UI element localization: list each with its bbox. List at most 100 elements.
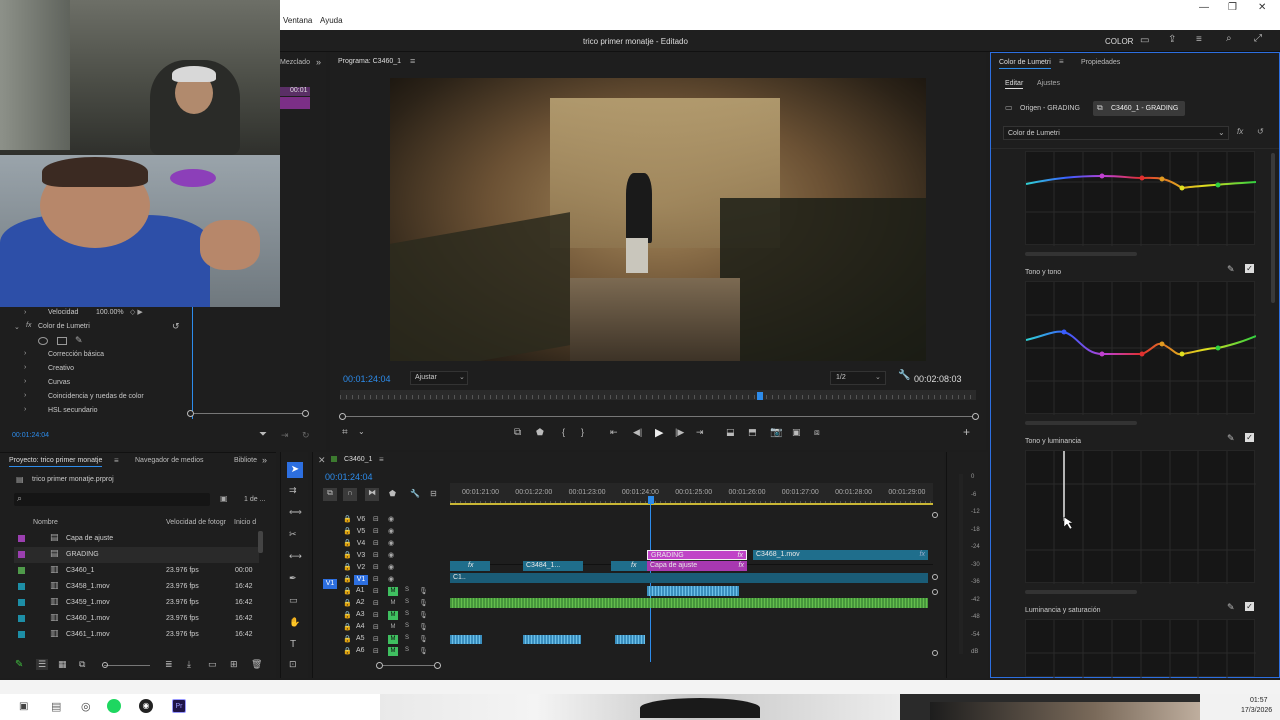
share-icon[interactable]: ⇪: [1168, 34, 1176, 45]
restore-button[interactable]: ❐: [1228, 2, 1237, 13]
audio-clip-a5-2[interactable]: [523, 635, 581, 644]
project-row[interactable]: ▥ C3461_1.mov 23.976 fps 16:42: [14, 627, 259, 643]
clip-v1-track[interactable]: C1..: [450, 573, 928, 583]
automate-icon[interactable]: ⤓: [187, 659, 191, 670]
program-timecode[interactable]: 00:01:24:04: [343, 374, 391, 384]
panel-menu-icon[interactable]: ≡: [379, 455, 384, 464]
mute-button[interactable]: M: [388, 587, 398, 596]
monitor-zoom-left[interactable]: [339, 413, 346, 420]
linked-select-icon[interactable]: ⧓: [365, 488, 379, 501]
workspace-label[interactable]: COLOR: [1105, 37, 1133, 46]
panel-menu-icon[interactable]: ≡: [114, 456, 119, 465]
lift-icon[interactable]: ⬓: [726, 427, 735, 438]
type-tool-icon[interactable]: T: [290, 639, 296, 650]
reset-small-icon[interactable]: ↻: [302, 430, 310, 441]
browser-icon[interactable]: ◎: [81, 700, 91, 713]
search-icon[interactable]: ⌕: [1226, 33, 1232, 44]
project-row[interactable]: ▥ C3458_1.mov 23.976 fps 16:42: [14, 579, 259, 595]
quality-select[interactable]: 1/2 ⌄: [830, 371, 886, 385]
eye-icon[interactable]: ◉: [388, 575, 394, 583]
spotify-icon[interactable]: [107, 699, 121, 713]
a-scroll-handle[interactable]: [932, 589, 938, 595]
lock-icon[interactable]: 🔒: [343, 611, 352, 619]
project-row[interactable]: ▤ GRADING: [14, 547, 259, 563]
expand-arrow-icon[interactable]: ›: [24, 309, 26, 316]
ripple-tool-icon[interactable]: ⟺: [289, 507, 302, 518]
microphone-icon[interactable]: 🎙: [419, 611, 428, 619]
filter-icon[interactable]: ⏷: [259, 429, 267, 440]
project-row[interactable]: ▤ Capa de ajuste: [14, 531, 259, 547]
microphone-icon[interactable]: 🎙: [419, 647, 428, 655]
lock-icon[interactable]: 🔒: [343, 587, 352, 595]
reset-icon[interactable]: ↺: [1257, 127, 1264, 136]
video-track-header[interactable]: 🔒 V3 ⊟ ◉: [343, 551, 443, 562]
timeline-timecode[interactable]: 00:01:24:04: [325, 472, 373, 482]
sync-lock-icon[interactable]: ⊟: [373, 527, 379, 535]
audio-track-header[interactable]: 🔒 A3 ⊟ M S 🎙: [343, 611, 443, 622]
curve-scroll-2[interactable]: [1025, 421, 1137, 425]
chevron-right-icon[interactable]: »: [316, 57, 321, 67]
eyedropper-icon[interactable]: ✎: [1227, 264, 1235, 275]
project-row[interactable]: ▥ C3460_1.mov 23.976 fps 16:42: [14, 611, 259, 627]
sync-lock-icon[interactable]: ⊟: [373, 599, 379, 607]
track-name[interactable]: V2: [354, 563, 368, 573]
track-name[interactable]: A6: [356, 647, 365, 654]
section-hsl-secundario[interactable]: HSL secundario: [48, 407, 98, 414]
minimize-button[interactable]: —: [1199, 2, 1209, 13]
sort-icon[interactable]: ≣: [165, 659, 173, 670]
track-name[interactable]: V5: [354, 527, 368, 537]
clip-v2-b[interactable]: fx: [611, 561, 647, 571]
monitor-zoom-right[interactable]: [972, 413, 979, 420]
v-scroll-handle[interactable]: [932, 512, 938, 518]
source-patch-v1[interactable]: V1: [323, 579, 337, 589]
target-button[interactable]: ⧉ C3460_1 - GRADING: [1093, 101, 1185, 116]
solo-button[interactable]: S: [405, 623, 409, 629]
track-name[interactable]: V6: [354, 515, 368, 525]
track-name[interactable]: A1: [356, 587, 365, 594]
reset-icon[interactable]: ↺: [172, 321, 180, 332]
audio-clip-a5-3[interactable]: [615, 635, 645, 644]
clock-time[interactable]: 01:57: [1250, 697, 1268, 704]
sync-lock-icon[interactable]: ⊟: [373, 587, 379, 595]
menu-ventana[interactable]: Ventana: [283, 16, 312, 25]
luma-vs-sat-curve[interactable]: [1025, 619, 1256, 678]
enable-checkbox[interactable]: ✓: [1245, 264, 1254, 273]
track-name[interactable]: A5: [356, 635, 365, 642]
ec-timecode[interactable]: 00:01:24:04: [12, 432, 49, 439]
eye-icon[interactable]: ◉: [388, 563, 394, 571]
sync-lock-icon[interactable]: ⊟: [373, 623, 379, 631]
sync-lock-icon[interactable]: ⊟: [373, 635, 379, 643]
eye-icon[interactable]: ◉: [388, 527, 394, 535]
new-item-icon[interactable]: ⊞: [230, 659, 238, 670]
icon-view-icon[interactable]: ▦: [58, 659, 67, 670]
track-name[interactable]: A3: [356, 611, 365, 618]
eyedropper-icon[interactable]: ✎: [1227, 433, 1235, 444]
menu-lines-icon[interactable]: ≡: [1196, 34, 1202, 45]
go-to-in-icon[interactable]: ⇤: [610, 427, 618, 438]
timeline-zoom-bar[interactable]: [381, 665, 441, 666]
extract-icon[interactable]: ⬒: [748, 427, 757, 438]
lock-icon[interactable]: 🔒: [343, 563, 352, 571]
play-button[interactable]: ▶: [655, 426, 663, 439]
section-arrow-icon[interactable]: ›: [24, 378, 26, 385]
menu-ayuda[interactable]: Ayuda: [320, 16, 343, 25]
lock-icon[interactable]: 🔒: [343, 551, 352, 559]
timeline-zoom-left[interactable]: [376, 662, 383, 669]
lock-icon[interactable]: 🔒: [343, 515, 352, 523]
clip-capa-de-ajuste[interactable]: Capa de ajuste fx: [647, 561, 747, 571]
section-correccion-basica[interactable]: Corrección básica: [48, 351, 104, 358]
column-inicio[interactable]: Inicio d: [234, 519, 256, 526]
clip-c3484[interactable]: C3484_1...: [523, 561, 583, 571]
audio-clip-a1[interactable]: [647, 586, 739, 596]
eyedropper-icon[interactable]: ✎: [1227, 602, 1235, 613]
enable-checkbox[interactable]: ✓: [1245, 602, 1254, 611]
video-track-header[interactable]: 🔒 V5 ⊟ ◉: [343, 527, 443, 538]
track-name[interactable]: A2: [356, 599, 365, 606]
sync-lock-icon[interactable]: ⊟: [373, 647, 379, 655]
project-row[interactable]: ▥ C3459_1.mov 23.976 fps 16:42: [14, 595, 259, 611]
lumetri-scrollbar[interactable]: [1271, 153, 1275, 303]
column-nombre[interactable]: Nombre: [33, 519, 58, 526]
wrench-icon[interactable]: 🔧: [898, 370, 910, 381]
subtab-editar[interactable]: Editar: [1005, 80, 1024, 89]
chevron-down-icon[interactable]: ⌄: [358, 427, 365, 436]
